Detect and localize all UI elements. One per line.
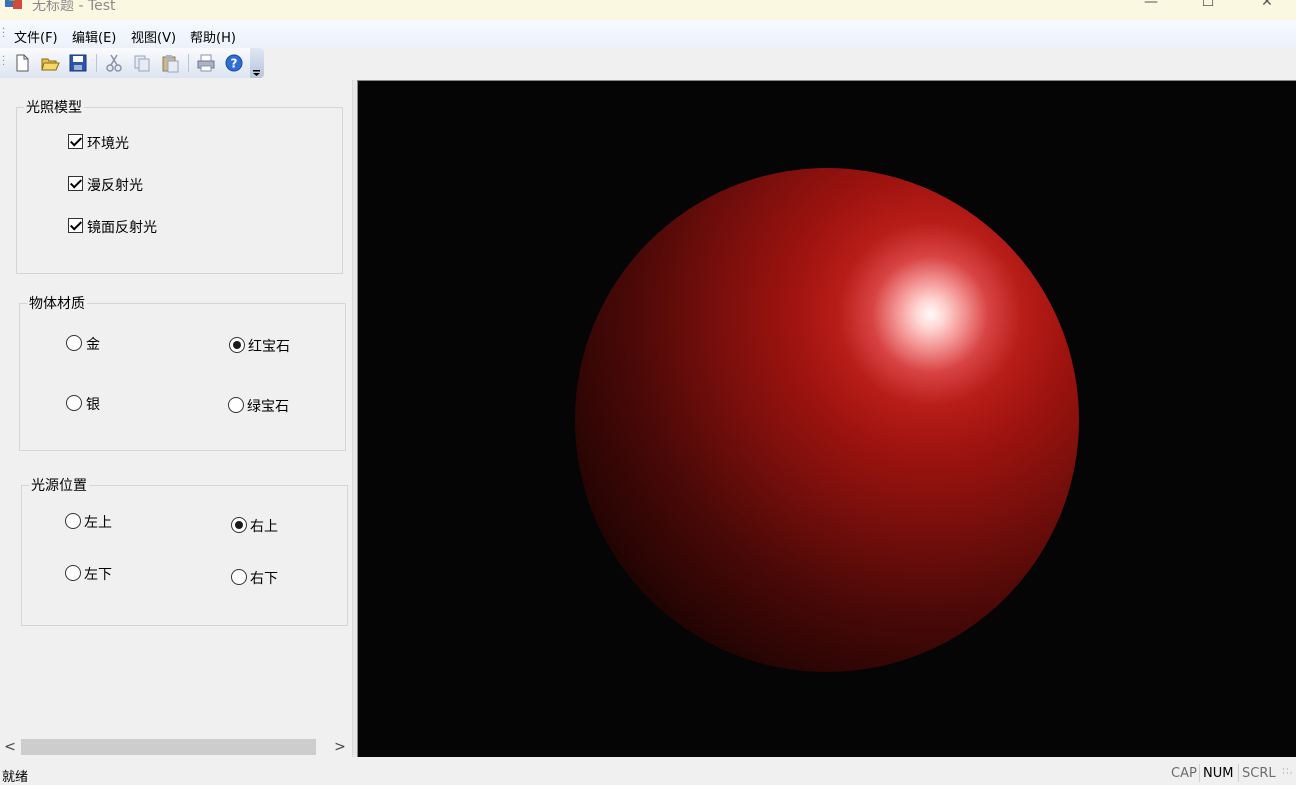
menu-edit[interactable]: 编辑(E) — [72, 27, 116, 46]
light-bottom-left-radio[interactable] — [65, 565, 81, 581]
scrollbar-thumb[interactable] — [21, 739, 316, 755]
lighting-model-title: 光照模型 — [24, 97, 84, 117]
light-top-right-label: 右上 — [250, 519, 278, 535]
light-top-right-radio[interactable] — [231, 517, 247, 533]
toolbar-grip-icon[interactable]: · · · — [2, 53, 5, 71]
paste-icon[interactable] — [160, 53, 180, 73]
light-bottom-right-radio[interactable] — [231, 569, 247, 585]
toolbar-overflow-button[interactable] — [250, 48, 264, 78]
cap-indicator: CAP — [1171, 766, 1197, 781]
diffuse-light-checkbox[interactable] — [68, 176, 83, 191]
title-bar: 无标题 - Test — ☐ ✕ — [0, 0, 1296, 20]
app-icon — [5, 0, 22, 9]
close-button[interactable]: ✕ — [1244, 0, 1290, 14]
material-ruby-label: 红宝石 — [248, 339, 290, 355]
scrl-indicator: SCRL — [1242, 766, 1276, 781]
material-silver-radio[interactable] — [66, 395, 82, 411]
light-bottom-right-label: 右下 — [250, 571, 278, 587]
cut-icon[interactable] — [104, 53, 124, 73]
light-position-group — [21, 485, 348, 626]
menubar-grip-icon[interactable]: · · · — [2, 25, 5, 43]
save-icon[interactable] — [68, 53, 88, 73]
menu-bar: · · · 文件(F) 编辑(E) 视图(V) 帮助(H) — [0, 20, 1296, 47]
panel-horizontal-scrollbar[interactable]: < > — [0, 737, 352, 757]
material-ruby-radio[interactable] — [229, 337, 245, 353]
status-text: 就绪 — [2, 770, 29, 785]
light-position-title: 光源位置 — [29, 475, 89, 495]
toolbar-separator — [188, 54, 189, 72]
light-top-left-radio[interactable] — [65, 513, 81, 529]
status-bar: 就绪 CAP NUM SCRL ·· ··· — [0, 762, 1296, 785]
material-gold-radio[interactable] — [66, 335, 82, 351]
open-icon[interactable] — [40, 53, 60, 73]
specular-light-label: 镜面反射光 — [87, 220, 157, 236]
status-separator — [1199, 764, 1200, 782]
menu-file[interactable]: 文件(F) — [14, 27, 58, 46]
help-icon[interactable]: ? — [224, 53, 244, 73]
light-bottom-left-label: 左下 — [84, 567, 112, 583]
material-emerald-radio[interactable] — [228, 397, 244, 413]
specular-light-checkbox[interactable] — [68, 218, 83, 233]
light-top-left-label: 左上 — [84, 515, 112, 531]
material-gold-label: 金 — [86, 337, 100, 353]
lit-sphere — [575, 168, 1079, 672]
scroll-right-icon[interactable]: > — [330, 737, 350, 757]
num-indicator: NUM — [1203, 766, 1234, 781]
window-title: 无标题 - Test — [32, 0, 116, 14]
lighting-model-group — [16, 107, 343, 274]
chevron-down-icon — [253, 70, 260, 76]
status-separator — [1238, 764, 1239, 782]
ambient-light-checkbox[interactable] — [68, 134, 83, 149]
toolbar-separator — [96, 54, 97, 72]
resize-grip-icon[interactable]: ·· ··· — [1282, 766, 1294, 780]
menu-help[interactable]: 帮助(H) — [190, 27, 236, 46]
maximize-button[interactable]: ☐ — [1185, 0, 1231, 14]
render-viewport[interactable] — [357, 80, 1296, 757]
diffuse-light-label: 漫反射光 — [87, 178, 143, 194]
new-icon[interactable] — [12, 53, 32, 73]
copy-icon[interactable] — [132, 53, 152, 73]
svg-text:?: ? — [231, 57, 238, 71]
menu-view[interactable]: 视图(V) — [131, 27, 176, 46]
material-title: 物体材质 — [27, 293, 87, 313]
print-icon[interactable] — [196, 53, 216, 73]
minimize-button[interactable]: — — [1128, 0, 1174, 14]
toolbar: · · · ? — [0, 48, 264, 78]
material-group — [19, 303, 346, 451]
ambient-light-label: 环境光 — [87, 136, 129, 152]
material-emerald-label: 绿宝石 — [247, 399, 289, 415]
scroll-left-icon[interactable]: < — [0, 737, 20, 757]
material-silver-label: 银 — [86, 397, 100, 413]
control-panel: 光照模型 环境光 漫反射光 镜面反射光 物体材质 金 红宝石 银 绿宝石 光源位… — [0, 80, 352, 757]
